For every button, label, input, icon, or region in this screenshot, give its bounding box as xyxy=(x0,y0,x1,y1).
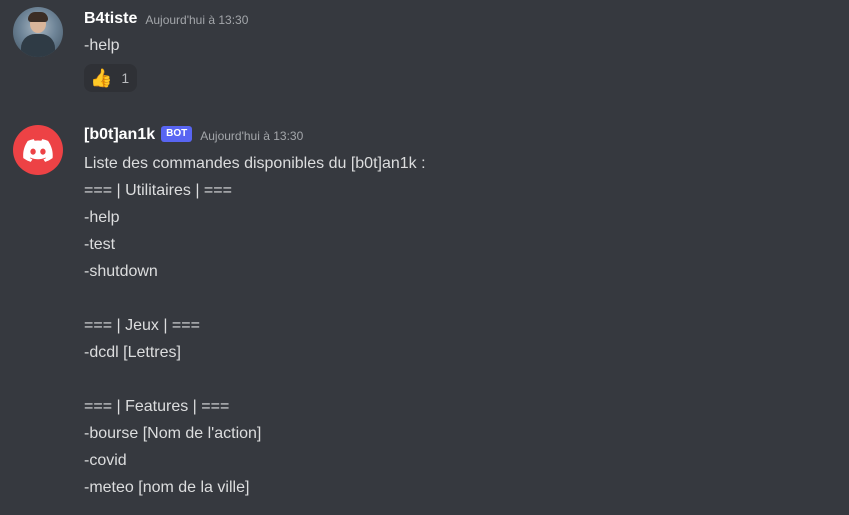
user-avatar[interactable] xyxy=(13,7,63,57)
message-line: -help xyxy=(84,37,120,54)
message-content: Liste des commandes disponibles du [b0t]… xyxy=(84,150,426,501)
reaction-count: 1 xyxy=(121,70,130,86)
bot-avatar[interactable] xyxy=(13,125,63,175)
thumbs-up-icon: 👍 xyxy=(90,68,113,88)
message-line xyxy=(84,285,426,312)
message-line: === | Jeux | === xyxy=(84,317,200,334)
message-line: === | Features | === xyxy=(84,398,230,415)
message-line: -dcdl [Lettres] xyxy=(84,344,181,361)
message-header: [b0t]an1k BOT Aujourd'hui à 13:30 xyxy=(84,124,303,146)
message-header: B4tiste Aujourd'hui à 13:30 xyxy=(84,8,248,30)
message-line: -shutdown xyxy=(84,263,158,280)
message-line: -covid xyxy=(84,452,127,469)
message-line: Liste des commandes disponibles du [b0t]… xyxy=(84,155,426,172)
message-line: -bourse [Nom de l'action] xyxy=(84,425,262,442)
username[interactable]: [b0t]an1k xyxy=(84,126,155,144)
timestamp: Aujourd'hui à 13:30 xyxy=(145,13,249,27)
discord-logo-icon xyxy=(23,138,53,162)
message-line xyxy=(84,366,426,393)
reaction-thumbs-up[interactable]: 👍 1 xyxy=(84,64,138,92)
message-line: -test xyxy=(84,236,116,253)
message-line: === | Utilitaires | === xyxy=(84,182,232,199)
username[interactable]: B4tiste xyxy=(84,10,137,28)
chat-messages: B4tiste Aujourd'hui à 13:30 -help 👍 1 [b… xyxy=(0,0,849,515)
message-line: -meteo [nom de la ville] xyxy=(84,479,250,496)
message-content: -help xyxy=(84,32,120,59)
timestamp: Aujourd'hui à 13:30 xyxy=(200,129,304,143)
message-line: -help xyxy=(84,209,120,226)
bot-badge: BOT xyxy=(161,126,193,142)
